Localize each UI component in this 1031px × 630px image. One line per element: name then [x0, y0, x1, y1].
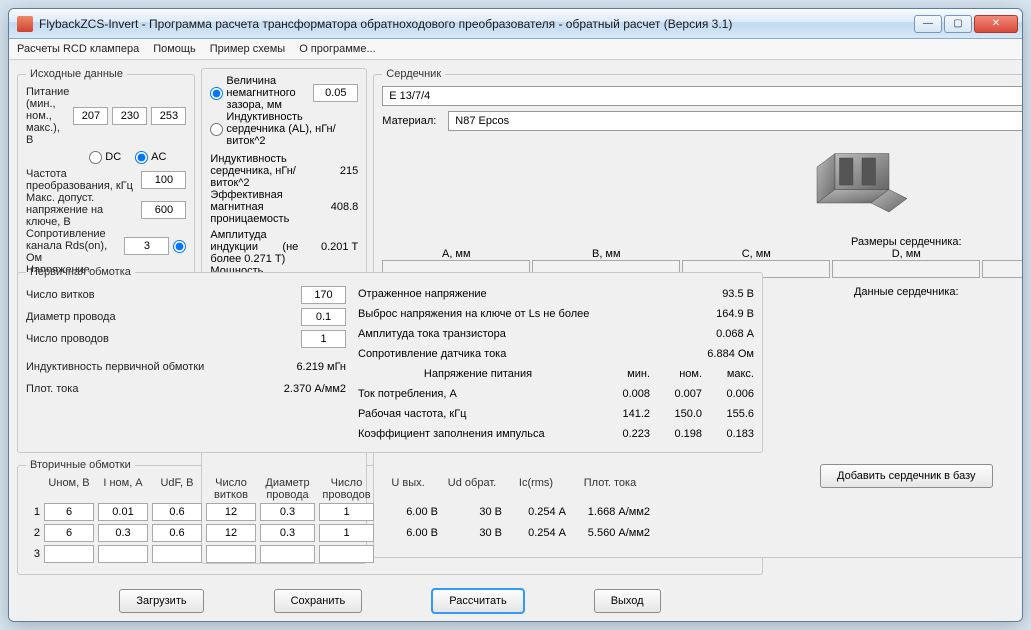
- fop-label: Рабочая частота, кГц: [358, 408, 598, 420]
- w-input[interactable]: [301, 330, 346, 348]
- sec-d[interactable]: [260, 503, 315, 521]
- rds-label: Сопротивление канала Rds(on), Ом: [26, 228, 120, 264]
- j-val: 2.370 А/мм2: [266, 383, 346, 395]
- vmax-input[interactable]: [141, 201, 186, 219]
- core-image: [807, 140, 917, 230]
- sec-n[interactable]: [206, 524, 256, 542]
- menu-rcd[interactable]: Расчеты RCD клампера: [17, 43, 139, 55]
- vspk-val: 164.9 В: [694, 308, 754, 320]
- minimize-button[interactable]: —: [914, 15, 942, 33]
- ipk-label: Амплитуда тока транзистора: [358, 328, 694, 340]
- n-label: Число витков: [26, 289, 297, 301]
- l-label: Индуктивность первичной обмотки: [26, 361, 262, 373]
- perm-val: 408.8: [298, 201, 358, 213]
- exit-button[interactable]: Выход: [594, 589, 661, 613]
- core-type-select[interactable]: E 13/7/4: [382, 86, 1023, 106]
- group-input-legend: Исходные данные: [26, 68, 127, 80]
- b-val: 0.201 Т: [298, 241, 358, 253]
- dc-radio[interactable]: DC: [89, 151, 121, 164]
- d-input[interactable]: [301, 308, 346, 326]
- vspk-label: Выброс напряжения на ключе от Ls не боле…: [358, 308, 694, 320]
- app-icon: [17, 16, 33, 32]
- menu-help[interactable]: Помощь: [153, 43, 196, 55]
- rcs-val: 6.884 Ом: [694, 348, 754, 360]
- sec-udf[interactable]: [152, 524, 202, 542]
- ipk-val: 0.068 А: [694, 328, 754, 340]
- ind-label: Индуктивность сердечника, нГн/виток^2: [210, 153, 298, 189]
- sec-w[interactable]: [319, 545, 374, 563]
- supply-min[interactable]: [73, 107, 108, 125]
- l-val: 6.219 мГн: [266, 361, 346, 373]
- app-window: FlybackZCS-Invert - Программа расчета тр…: [8, 8, 1023, 622]
- b-label: Амплитуда индукции (не более 0.271 Т): [210, 229, 298, 265]
- rds-input[interactable]: [124, 237, 169, 255]
- menu-example[interactable]: Пример схемы: [210, 43, 286, 55]
- calc-button[interactable]: Рассчитать: [432, 589, 523, 613]
- titlebar: FlybackZCS-Invert - Программа расчета тр…: [9, 9, 1022, 39]
- sec-inom[interactable]: [98, 503, 148, 521]
- close-button[interactable]: ✕: [974, 15, 1018, 33]
- dim-H: [982, 260, 1023, 278]
- supply-label: Питание (мин., ном., макс.), В: [26, 86, 69, 146]
- load-button[interactable]: Загрузить: [119, 589, 203, 613]
- supply-max[interactable]: [151, 107, 186, 125]
- rds-radio[interactable]: [173, 240, 186, 253]
- secondary-legend: Вторичные обмотки: [26, 459, 135, 471]
- j-label: Плот. тока: [26, 383, 262, 395]
- supply-nom[interactable]: [112, 107, 147, 125]
- freq-label: Частота преобразования, кГц: [26, 168, 137, 192]
- sec-n[interactable]: [206, 545, 256, 563]
- sec-inom[interactable]: [98, 545, 148, 563]
- dim-title: Размеры сердечника:: [382, 236, 1023, 248]
- mat-label: Материал:: [382, 115, 444, 127]
- sec-unom[interactable]: [44, 524, 94, 542]
- menubar: Расчеты RCD клампера Помощь Пример схемы…: [9, 39, 1022, 60]
- group-primary: Первичная обмотка Число витков Диаметр п…: [17, 266, 763, 453]
- rcs-label: Сопротивление датчика тока: [358, 348, 694, 360]
- menu-about[interactable]: О программе...: [299, 43, 375, 55]
- gap-opt2[interactable]: Индуктивность сердечника (AL), нГн/виток…: [210, 111, 358, 147]
- save-button[interactable]: Сохранить: [274, 589, 363, 613]
- sec-w[interactable]: [319, 503, 374, 521]
- sec-d[interactable]: [260, 524, 315, 542]
- n-input[interactable]: [301, 286, 346, 304]
- ac-radio[interactable]: AC: [135, 151, 166, 164]
- window-title: FlybackZCS-Invert - Программа расчета тр…: [39, 17, 914, 31]
- sec-d[interactable]: [260, 545, 315, 563]
- dim-header: A, ммB, ммC, ммD, ммH, ммh, ммI, мм: [382, 248, 1023, 260]
- freq-input[interactable]: [141, 171, 186, 189]
- sec-unom[interactable]: [44, 545, 94, 563]
- sec-udf[interactable]: [152, 503, 202, 521]
- sec-w[interactable]: [319, 524, 374, 542]
- ind-val: 215: [298, 165, 358, 177]
- sec-udf[interactable]: [152, 545, 202, 563]
- perm-label: Эффективная магнитная проницаемость: [210, 189, 298, 225]
- w-label: Число проводов: [26, 333, 297, 345]
- maximize-button[interactable]: ▢: [944, 15, 972, 33]
- core-mat-select[interactable]: N87 Epcos: [448, 111, 1023, 131]
- d-label: Диаметр провода: [26, 311, 297, 323]
- vref-val: 93.5 В: [694, 288, 754, 300]
- primary-legend: Первичная обмотка: [26, 266, 135, 278]
- vref-label: Отраженное напряжение: [358, 288, 694, 300]
- vmax-label: Макс. допуст. напряжение на ключе, В: [26, 192, 137, 228]
- duty-label: Коэффициент заполнения импульса: [358, 428, 598, 440]
- sec-inom[interactable]: [98, 524, 148, 542]
- gap-opt1[interactable]: Величина немагнитного зазора, мм: [210, 75, 305, 111]
- sec-unom[interactable]: [44, 503, 94, 521]
- iin-label: Ток потребления, А: [358, 388, 598, 400]
- dim-d: [832, 260, 980, 278]
- gap-input[interactable]: [313, 84, 358, 102]
- add-core-button[interactable]: Добавить сердечник в базу: [820, 464, 993, 488]
- sec-n[interactable]: [206, 503, 256, 521]
- vtitle: Напряжение питания: [358, 368, 598, 380]
- core-legend: Сердечник: [382, 68, 445, 80]
